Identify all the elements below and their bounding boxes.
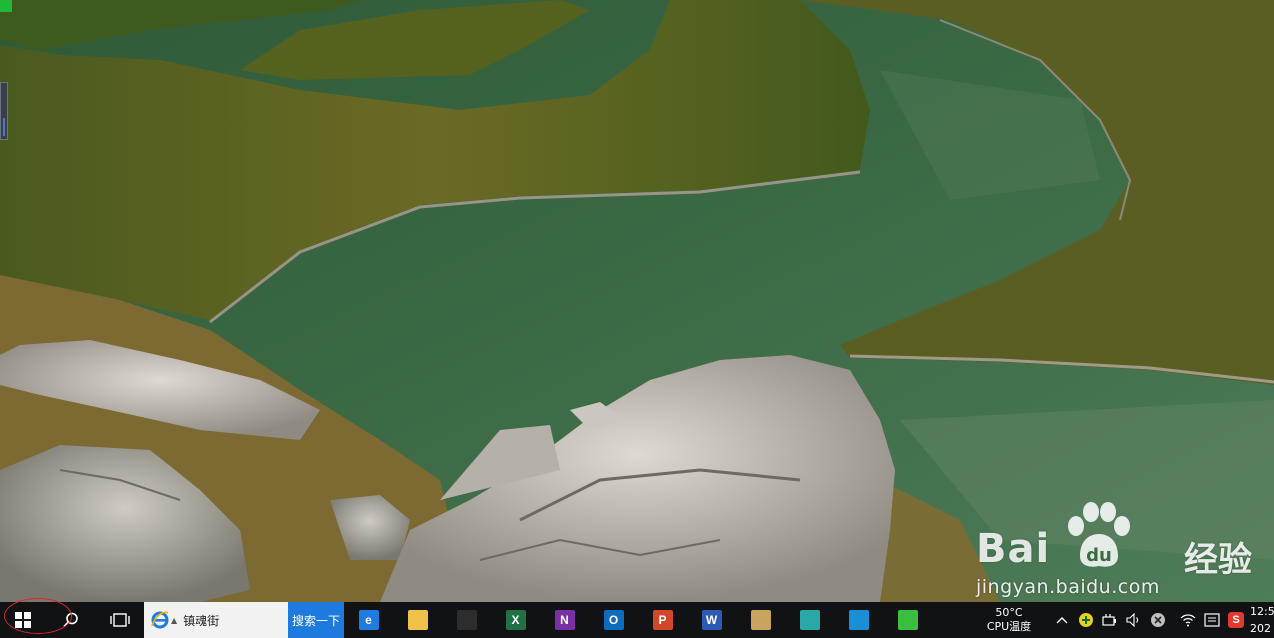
start-button[interactable] [0, 602, 46, 638]
desktop: Bai du 经验 jingyan.baidu.com ▲ 镇魂街 搜索一下 e… [0, 0, 1274, 638]
taskbar-app-store[interactable] [442, 602, 491, 638]
taskbar-app-outlook[interactable]: O [589, 602, 638, 638]
baidu-jingyan-watermark: Bai du 经验 jingyan.baidu.com [976, 500, 1274, 602]
palette-icon [750, 610, 771, 630]
network-button[interactable] [1176, 602, 1200, 638]
side-meter-fill [3, 118, 5, 136]
taskbar-app-word[interactable]: W [687, 602, 736, 638]
taskbar-app-edge[interactable]: e [344, 602, 393, 638]
watermark-url: jingyan.baidu.com [976, 576, 1160, 598]
edge-icon: e [358, 610, 379, 630]
watermark-brand: Bai [976, 526, 1051, 572]
taskbar-app-file-explorer[interactable] [393, 602, 442, 638]
sogou-ime-button[interactable]: S [1224, 602, 1248, 638]
taskbar: ▲ 镇魂街 搜索一下 e X N O P W 50°C CPU温度 S 12:5 202 [0, 602, 1274, 638]
powerpoint-icon: P [652, 610, 673, 630]
taskbar-app-settings[interactable] [834, 602, 883, 638]
search-icon [63, 612, 78, 628]
taskbar-app-refresh-app[interactable] [883, 602, 932, 638]
side-meter-widget[interactable] [0, 82, 8, 140]
word-icon: W [701, 610, 722, 630]
tray-app-button[interactable] [1074, 602, 1098, 638]
store-icon [456, 610, 477, 630]
show-hidden-icons-button[interactable] [1050, 602, 1074, 638]
action-center-button[interactable] [1200, 602, 1224, 638]
battery-plug-icon [1102, 614, 1116, 626]
taskbar-app-powerpoint[interactable]: P [638, 602, 687, 638]
plus-circle-icon [1079, 613, 1093, 627]
tray-indicator-corner [0, 0, 12, 12]
wifi-icon [1180, 614, 1196, 627]
battery-button[interactable] [1098, 602, 1122, 638]
cpu-temperature-label: CPU温度 [986, 620, 1032, 633]
taskbar-app-onenote[interactable]: N [540, 602, 589, 638]
folder-icon [407, 610, 428, 630]
photos-icon [799, 610, 820, 630]
system-tray: 50°C CPU温度 S 12:5 202 [972, 602, 1274, 638]
taskbar-app-excel[interactable]: X [491, 602, 540, 638]
search-query-text[interactable]: 镇魂街 [183, 612, 219, 629]
excel-icon: X [505, 610, 526, 630]
outlook-icon: O [603, 610, 624, 630]
baidu-paw-icon: du [1068, 502, 1130, 567]
taskbar-app-photos[interactable] [785, 602, 834, 638]
volume-button[interactable] [1122, 602, 1146, 638]
windows-logo-icon [15, 612, 31, 628]
taskbar-app-paint[interactable] [736, 602, 785, 638]
onenote-icon: N [554, 610, 575, 630]
cpu-temperature-widget[interactable]: 50°C CPU温度 [972, 606, 1046, 634]
search-taskbar-button[interactable] [46, 602, 96, 638]
cpu-temperature-value: 50°C [995, 606, 1023, 619]
svg-text:du: du [1086, 545, 1112, 566]
search-go-button[interactable]: 搜索一下 [288, 602, 344, 638]
speaker-icon [1126, 613, 1139, 627]
clock[interactable]: 12:5 202 [1248, 603, 1274, 637]
pinned-apps: eXNOPW [344, 602, 932, 638]
close-circle-icon [1151, 613, 1165, 627]
browser-search-box[interactable]: ▲ 镇魂街 [144, 602, 288, 638]
clock-date: 202 [1250, 622, 1271, 635]
refresh-icon [897, 610, 918, 630]
chevron-up-icon: ▲ [171, 615, 178, 625]
sogou-ime-icon: S [1228, 612, 1244, 628]
task-view-icon [110, 613, 130, 627]
watermark-jingyan-text: 经验 [1184, 540, 1252, 580]
chevron-up-icon [1056, 617, 1068, 624]
clock-time: 12:5 [1250, 605, 1274, 618]
notification-icon [1204, 613, 1220, 627]
gear-icon [848, 610, 869, 630]
ie-icon [151, 611, 169, 629]
task-view-button[interactable] [96, 602, 144, 638]
app-close-tray-button[interactable] [1146, 602, 1170, 638]
